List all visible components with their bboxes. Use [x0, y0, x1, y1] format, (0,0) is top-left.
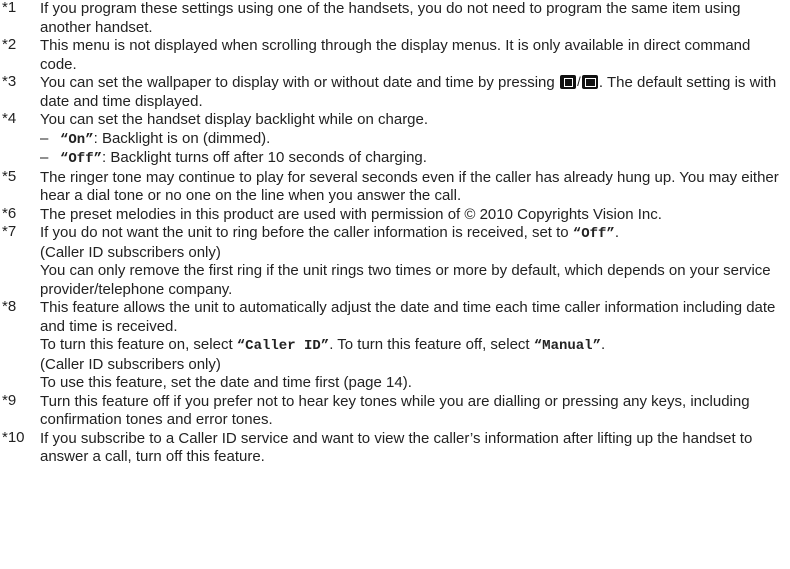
note-text: The preset melodies in this product are …	[40, 205, 662, 223]
note-10: *10 If you subscribe to a Caller ID serv…	[2, 428, 782, 467]
note-5: *5 The ringer tone may continue to play …	[2, 167, 782, 206]
note-number: *2	[2, 36, 17, 53]
setting-description: : Backlight is on (dimmed).	[93, 129, 271, 147]
note-text: You can set the handset display backligh…	[40, 111, 429, 128]
note-number: *3	[2, 73, 17, 90]
setting-value: “Manual”	[533, 338, 601, 354]
note-line: To turn this feature on, select “Caller …	[40, 336, 782, 356]
setting-description: : Backlight turns off after 10 seconds o…	[102, 149, 427, 166]
note-number: *9	[2, 391, 17, 409]
list-item: – “Off”: Backlight turns off after 10 se…	[40, 149, 782, 169]
note-number: *10	[2, 428, 25, 446]
note-2: *2 This menu is not displayed when scrol…	[2, 36, 782, 74]
note-line: (Caller ID subscribers only)	[40, 355, 221, 373]
note-number: *5	[2, 167, 17, 185]
note-text: If you program these settings using one …	[40, 0, 741, 36]
dash-bullet: –	[40, 149, 49, 166]
note-text-part-b: .	[614, 224, 619, 241]
dash-bullet: –	[40, 129, 49, 147]
note-7: *7 If you do not want the unit to ring b…	[2, 223, 782, 299]
setting-value: “On”	[60, 131, 94, 148]
setting-value: “Caller ID”	[236, 338, 330, 354]
note-text-part-b: . To turn this feature off, select	[329, 336, 534, 353]
note-line: (Caller ID subscribers only)	[40, 243, 221, 261]
note-line: You can only remove the first ring if th…	[40, 262, 771, 298]
note-text: The ringer tone may continue to play for…	[40, 168, 779, 205]
note-number: *8	[2, 298, 17, 315]
phone-display-key-icon: /	[559, 75, 598, 89]
note-3: *3 You can set the wallpaper to display …	[2, 73, 782, 111]
note-6: *6 The preset melodies in this product a…	[2, 204, 782, 225]
note-text: If you subscribe to a Caller ID service …	[40, 429, 753, 466]
note-number: *1	[2, 0, 17, 16]
note-text-part-a: If you do not want the unit to ring befo…	[40, 224, 573, 241]
note-9: *9 Turn this feature off if you prefer n…	[2, 391, 782, 430]
note-text-part-a: You can set the wallpaper to display wit…	[40, 74, 559, 91]
footnotes-section: *1 If you program these settings using o…	[2, 0, 782, 467]
note-text: This feature allows the unit to automati…	[40, 299, 776, 335]
note-1: *1 If you program these settings using o…	[2, 0, 782, 37]
list-item: – “On”: Backlight is on (dimmed).	[40, 130, 782, 150]
note-text-part-a: To turn this feature on, select	[40, 336, 237, 353]
setting-value: “Off”	[572, 226, 615, 242]
note-number: *4	[2, 110, 17, 127]
note-text: Turn this feature off if you prefer not …	[40, 392, 750, 429]
note-number: *7	[2, 223, 17, 240]
note-line: To use this feature, set the date and ti…	[40, 374, 412, 391]
note-number: *6	[2, 204, 17, 222]
note-text-part-c: .	[600, 336, 606, 353]
note-text: This menu is not displayed when scrollin…	[40, 37, 751, 73]
note-8: *8 This feature allows the unit to autom…	[2, 298, 782, 393]
setting-value: “Off”	[60, 151, 103, 167]
note-4: *4 You can set the handset display backl…	[2, 110, 782, 169]
